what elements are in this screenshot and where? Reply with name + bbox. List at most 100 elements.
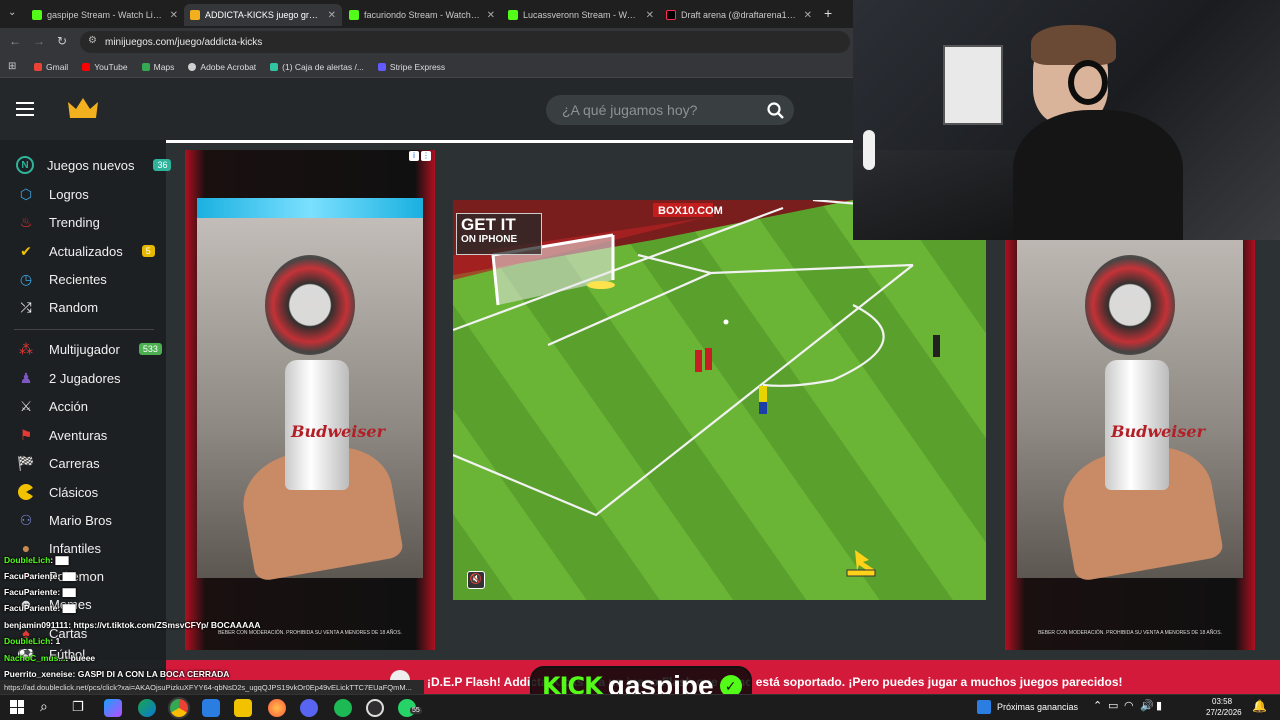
close-icon[interactable]: ✕ xyxy=(170,10,178,21)
mario-icon: ⚇ xyxy=(19,511,33,528)
sidebar-item-carreras[interactable]: 🏁 Carreras xyxy=(16,452,99,474)
firefox-icon[interactable] xyxy=(268,699,286,717)
sidebar: N Juegos nuevos 36 ⬡ Logros ♨ Trending ✔… xyxy=(0,140,172,660)
alert-box-icon xyxy=(270,62,279,71)
stripe-icon xyxy=(377,62,386,71)
tab-facuriondo[interactable]: facuriondo Stream - Watch Live ✕ xyxy=(343,4,501,26)
task-view-icon[interactable]: ❐ xyxy=(72,699,84,715)
mute-icon[interactable]: 🔇 xyxy=(467,571,485,589)
network-icon[interactable]: ▭ xyxy=(1108,699,1118,712)
close-icon[interactable]: ✕ xyxy=(487,10,495,21)
battery-icon[interactable]: ▮ xyxy=(1156,699,1162,712)
bookmark-gmail[interactable]: Gmail xyxy=(34,62,68,72)
chat-user: benjamin091111 xyxy=(4,620,69,630)
apps-grid-icon[interactable]: ⊞ xyxy=(8,61,16,72)
forward-arrow-icon[interactable]: → xyxy=(33,34,45,48)
sidebar-item-logros[interactable]: ⬡ Logros xyxy=(16,183,89,205)
sidebar-item-label: Multijugador xyxy=(49,341,120,357)
loading-bar xyxy=(166,140,853,143)
bookmark-adobe-acrobat[interactable]: Adobe Acrobat xyxy=(188,62,256,72)
cam-lamp xyxy=(863,130,875,170)
tab-title: Draft arena (@draftarena13) | T xyxy=(681,10,799,20)
sidebar-item-random[interactable]: ⤮ Random xyxy=(16,296,98,318)
ad-info-icon[interactable]: i xyxy=(409,151,419,161)
sidebar-item-label: Mario Bros xyxy=(49,512,112,528)
edge-icon[interactable] xyxy=(138,699,156,717)
close-icon[interactable]: ✕ xyxy=(328,10,336,21)
clock-date[interactable]: 27/2/2026 xyxy=(1206,708,1242,717)
sidebar-item-accion[interactable]: ⚔ Acción xyxy=(16,395,88,417)
chat-user: DoubleLich xyxy=(4,555,51,565)
url-field[interactable]: ⚙ minijuegos.com/juego/addicta-kicks xyxy=(80,31,850,53)
webcam-feed xyxy=(853,0,1280,240)
bookmark-youtube[interactable]: YouTube xyxy=(82,61,128,72)
game-canvas[interactable]: BOX10.COM GET IT ON IPHONE 🔇 xyxy=(453,200,986,600)
football-pitch: BOX10.COM xyxy=(453,200,986,600)
ball xyxy=(723,319,729,325)
bookmark-stripe-express[interactable]: Stripe Express xyxy=(377,61,446,72)
bookmark-label: Maps xyxy=(153,61,175,72)
store-icon[interactable] xyxy=(202,699,220,717)
bookmark-maps[interactable]: Maps xyxy=(141,61,175,72)
chat-message: FacuPariente: ▇▇ xyxy=(4,603,76,614)
crown-logo-icon[interactable] xyxy=(68,98,98,120)
sidebar-item-recientes[interactable]: ◷ Recientes xyxy=(16,268,107,290)
discord-icon[interactable] xyxy=(300,699,318,717)
sidebar-item-multijugador[interactable]: ⁂ Multijugador 533 xyxy=(16,338,162,360)
file-explorer-icon[interactable] xyxy=(234,699,252,717)
spotify-icon[interactable] xyxy=(334,699,352,717)
tab-gaspipe[interactable]: gaspipe Stream - Watch Live o ✕ xyxy=(26,4,184,26)
volume-icon[interactable]: 🔊 xyxy=(1140,699,1154,712)
whatsapp-count-badge: 55 xyxy=(410,707,422,714)
bookmark-label: Stripe Express xyxy=(389,61,446,72)
search-icon[interactable] xyxy=(767,102,784,119)
sidebar-item-mario-bros[interactable]: ⚇ Mario Bros xyxy=(16,509,112,531)
tab-lucassveronn[interactable]: Lucassveronn Stream - Watch L ✕ xyxy=(502,4,660,26)
bookmark-label: Gmail xyxy=(46,61,69,72)
new-tab-plus-icon[interactable]: + xyxy=(824,5,832,21)
sidebar-item-juegos-nuevos[interactable]: N Juegos nuevos 36 xyxy=(16,154,172,176)
bookmark-label: YouTube xyxy=(94,61,128,72)
reload-icon[interactable]: ↻ xyxy=(57,34,67,48)
sidebar-item-actualizados[interactable]: ✔ Actualizados 5 xyxy=(16,240,155,262)
clock-time[interactable]: 03:58 xyxy=(1212,697,1232,706)
tab-draft-arena[interactable]: Draft arena (@draftarena13) | T ✕ xyxy=(660,4,818,26)
search-icon[interactable]: ⌕ xyxy=(40,698,48,715)
chrome-icon[interactable] xyxy=(170,699,188,717)
close-icon[interactable]: ✕ xyxy=(646,10,654,21)
sidebar-item-trending[interactable]: ♨ Trending xyxy=(16,211,100,233)
iphone-banner[interactable]: GET IT ON IPHONE xyxy=(456,213,542,255)
ad-logo-icon xyxy=(265,255,355,355)
stocks-icon[interactable] xyxy=(977,700,991,714)
windows-start-icon[interactable] xyxy=(10,700,24,714)
notifications-icon[interactable]: 🔔 xyxy=(1252,699,1267,713)
hamburger-menu-icon[interactable] xyxy=(16,102,34,116)
bookmark-label: (1) Caja de alertas /... xyxy=(282,61,364,72)
sponsor-text: BOX10.COM xyxy=(658,205,723,217)
chat-message: benjamin091111: https://vt.tiktok.com/ZS… xyxy=(4,620,261,630)
ad-disclaimer: BEBER CON MODERACIÓN. PROHIBIDA SU VENTA… xyxy=(1038,630,1222,636)
ad-close-icon[interactable]: ⋮ xyxy=(421,151,431,161)
player-referee xyxy=(933,335,940,357)
site-info-icon[interactable]: ⚙ xyxy=(88,35,97,46)
back-arrow-icon[interactable]: ← xyxy=(9,34,21,48)
tab-title: gaspipe Stream - Watch Live o xyxy=(47,10,165,20)
obs-icon[interactable] xyxy=(366,699,384,717)
sidebar-item-clasicos[interactable]: Clásicos xyxy=(16,481,98,503)
sidebar-item-2-jugadores[interactable]: ♟ 2 Jugadores xyxy=(16,367,121,389)
close-icon[interactable]: ✕ xyxy=(804,10,812,21)
search-input[interactable]: ¿A qué jugamos hoy? xyxy=(546,95,794,125)
tab-addicta-kicks[interactable]: ADDICTA-KICKS juego gratis on ✕ xyxy=(184,4,342,26)
ad-brand: Budweiser xyxy=(1111,422,1205,441)
chat-text: : ▇▇ xyxy=(57,571,76,581)
tab-list-chevron-icon[interactable]: ⌄ xyxy=(8,7,16,18)
tab-bar: ⌄ gaspipe Stream - Watch Live o ✕ ADDICT… xyxy=(0,0,853,28)
wifi-icon[interactable]: ◠ xyxy=(1124,699,1134,712)
tray-chevron-icon[interactable]: ⌃ xyxy=(1093,699,1102,712)
ad-left[interactable]: Budweiser BEBER CON MODERACIÓN. PROHIBID… xyxy=(185,150,435,650)
sidebar-item-aventuras[interactable]: ⚑ Aventuras xyxy=(16,424,108,446)
copilot-icon[interactable] xyxy=(104,699,122,717)
chat-message: FacuPariente: ▇▇ xyxy=(4,571,76,582)
news-widget-text[interactable]: Próximas ganancias xyxy=(997,702,1078,712)
bookmark-alerts[interactable]: (1) Caja de alertas /... xyxy=(270,62,364,72)
